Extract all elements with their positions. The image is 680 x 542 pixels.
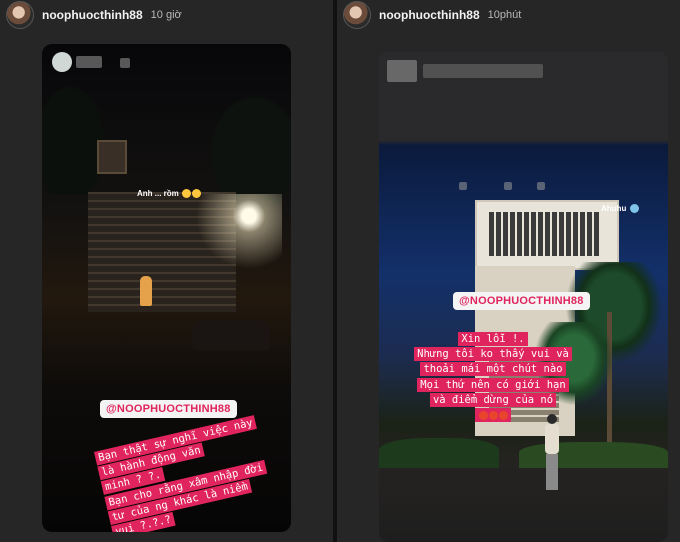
blurred-name xyxy=(76,56,102,68)
blurred-name xyxy=(423,64,543,78)
blurred-mark xyxy=(537,182,545,190)
post-header: noophuocthinh88 10phút xyxy=(343,1,522,29)
caption-line: Mọi thứ nên có giới hạn xyxy=(417,377,569,392)
house-window xyxy=(97,140,127,174)
angry-emoji-icon xyxy=(499,410,508,420)
caption-line: Xin lỗi !. xyxy=(458,332,528,346)
bushes xyxy=(379,438,499,468)
post-time: 10phút xyxy=(487,9,522,21)
avatar[interactable] xyxy=(6,1,34,29)
username[interactable]: noophuocthinh88 xyxy=(42,8,143,22)
angry-emojis xyxy=(475,408,511,423)
sweat-emoji-icon xyxy=(629,204,639,214)
story-caption: Bạn thật sự nghĩ việc này là hành động v… xyxy=(94,412,290,532)
angry-emoji-icon xyxy=(489,410,498,420)
person-legs xyxy=(546,454,558,490)
story-image: Anh ... rồm @NOOPHUOCTHINH88 Bạn thật sự… xyxy=(42,44,291,532)
light-glare xyxy=(172,194,282,304)
car-silhouette xyxy=(192,320,270,350)
caption-line: và điểm dừng của nó xyxy=(429,392,557,407)
story-caption: Xin lỗi !. Nhưng tôi ko thấy vui và thoả… xyxy=(383,332,603,423)
post-time: 10 giờ xyxy=(150,9,182,21)
person-figure xyxy=(140,276,152,306)
story-small-caption: Ahuhu xyxy=(601,204,639,214)
story-avatar xyxy=(52,52,72,72)
person-body xyxy=(545,424,559,454)
bushes xyxy=(519,442,668,468)
story-panel-right: noophuocthinh88 10phút Ahuhu @NOOPHUOCTH… xyxy=(337,0,680,542)
username[interactable]: noophuocthinh88 xyxy=(379,8,480,22)
story-image: Ahuhu @NOOPHUOCTHINH88 Xin lỗi !. Nhưng … xyxy=(379,52,668,542)
story-small-caption: Anh ... rồm xyxy=(137,189,202,199)
blurred-avatar xyxy=(387,60,417,82)
laughing-emoji-icon xyxy=(192,189,202,199)
blurred-mark xyxy=(120,58,130,68)
avatar[interactable] xyxy=(343,1,371,29)
blurred-mark xyxy=(459,182,467,190)
tree-silhouette xyxy=(42,74,112,194)
angry-emoji-icon xyxy=(479,410,488,420)
caption-line: Nhưng tôi ko thấy vui và xyxy=(414,347,572,362)
blurred-mark xyxy=(504,182,512,190)
caption-line: thoải mái một chút nào xyxy=(420,362,566,377)
story-panel-left: noophuocthinh88 10 giờ Anh ... rồm @NOOP… xyxy=(0,0,333,542)
mention-tag[interactable]: @NOOPHUOCTHINH88 xyxy=(453,292,590,310)
mention-tag[interactable]: @NOOPHUOCTHINH88 xyxy=(100,400,237,418)
laughing-emoji-icon xyxy=(182,189,192,199)
post-header: noophuocthinh88 10 giờ xyxy=(6,1,182,29)
house-windows xyxy=(489,212,601,256)
